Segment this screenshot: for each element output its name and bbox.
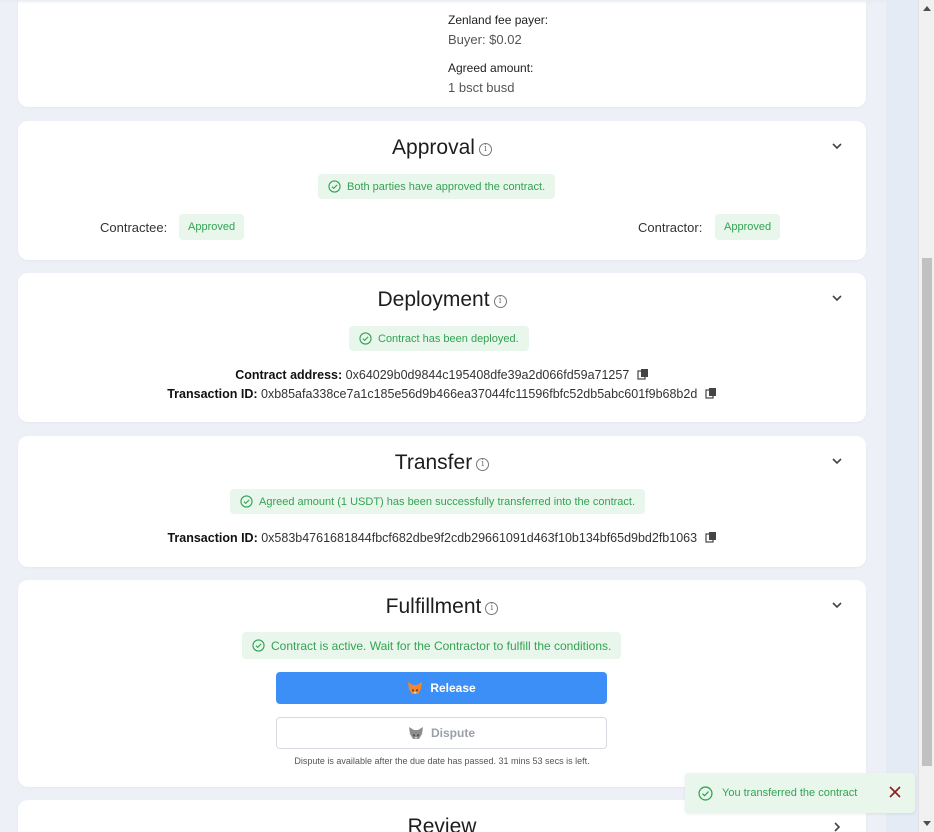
fulfillment-status-banner: Contract is active. Wait for the Contrac… — [242, 632, 622, 659]
deployment-status-text: Contract has been deployed. — [378, 332, 519, 345]
fulfillment-card: Fulfillment i Contract is active. Wait fo… — [18, 580, 866, 787]
check-circle-icon — [252, 639, 265, 652]
deployment-title: Deployment i — [18, 288, 866, 312]
chevron-down-icon[interactable] — [832, 143, 842, 153]
agreed-amount-value: 1 bsct busd — [448, 80, 515, 95]
dispute-label: Dispute — [430, 726, 475, 740]
metamask-fox-icon — [408, 682, 423, 694]
transfer-tx-label: Transaction ID: — [167, 531, 258, 545]
fulfillment-status-text: Contract is active. Wait for the Contrac… — [271, 638, 612, 653]
metamask-fox-icon — [408, 727, 423, 739]
chevron-down-icon[interactable] — [832, 602, 842, 612]
approval-status-banner: Both parties have approved the contract. — [318, 174, 556, 199]
deployment-tx-value: 0xb85afa338ce7a1c185e56d9b466ea37044fc11… — [261, 387, 698, 401]
contract-address-value: 0x64029b0d9844c195408dfe39a2d066fd59a712… — [345, 368, 630, 382]
toast-message: You transferred the contract — [722, 787, 858, 799]
contractor-status-badge: Approved — [715, 214, 781, 240]
info-icon[interactable]: i — [476, 458, 490, 471]
copy-icon[interactable] — [637, 368, 649, 380]
transfer-status-text: Agreed amount (1 USDT) has been successf… — [259, 495, 636, 508]
fee-payer-label: Zenland fee payer: — [448, 13, 549, 27]
contractee-label: Contractee: — [100, 220, 168, 235]
contractor-label: Contractor: — [638, 220, 703, 235]
scroll-down-icon[interactable] — [923, 821, 931, 826]
dispute-button[interactable]: Dispute — [276, 717, 607, 749]
info-icon[interactable]: i — [493, 295, 507, 308]
transfer-title: Transfer i — [18, 451, 866, 475]
approval-title-text: Approval — [392, 136, 475, 159]
transfer-title-text: Transfer — [394, 451, 473, 474]
top-shadow — [0, 0, 886, 4]
deployment-tx-row: Transaction ID: 0xb85afa338ce7a1c185e56d… — [18, 387, 866, 401]
release-label: Release — [430, 681, 476, 695]
chevron-down-icon[interactable] — [832, 458, 842, 468]
transfer-status-banner: Agreed amount (1 USDT) has been successf… — [230, 489, 646, 514]
fulfillment-title: Fulfillment i — [18, 595, 866, 619]
vertical-scrollbar[interactable] — [918, 0, 934, 832]
scrollbar-thumb[interactable] — [922, 258, 932, 766]
check-circle-icon — [698, 785, 713, 801]
copy-icon[interactable] — [704, 531, 717, 543]
approval-status-text: Both parties have approved the contract. — [347, 180, 546, 193]
contract-details-card: Zenland fee payer: Buyer: $0.02 Agreed a… — [18, 0, 866, 107]
scroll-up-icon[interactable] — [923, 6, 931, 11]
review-title: Review — [407, 815, 477, 832]
info-icon[interactable]: i — [478, 143, 492, 156]
chevron-right-icon[interactable] — [832, 822, 842, 832]
contractee-status-badge: Approved — [179, 214, 245, 240]
copy-icon[interactable] — [705, 387, 717, 399]
deployment-tx-label: Transaction ID: — [167, 387, 258, 401]
contract-address-label: Contract address: — [235, 368, 343, 382]
deployment-card: Deployment i Contract has been deployed. … — [18, 273, 866, 422]
toast-notification: You transferred the contract — [685, 773, 915, 813]
chevron-down-icon[interactable] — [832, 295, 842, 305]
release-button[interactable]: Release — [276, 672, 607, 704]
fee-payer-value: Buyer: $0.02 — [448, 32, 522, 47]
info-icon[interactable]: i — [485, 602, 499, 615]
transfer-tx-value: 0x583b4761681844fbcf682dbe9f2cdb29661091… — [261, 531, 698, 545]
approval-title: Approval i — [18, 136, 866, 160]
transfer-tx-row: Transaction ID: 0x583b4761681844fbcf682d… — [18, 531, 866, 545]
fulfillment-title-text: Fulfillment — [385, 595, 482, 618]
check-circle-icon — [240, 495, 253, 508]
page-content: Zenland fee payer: Buyer: $0.02 Agreed a… — [0, 0, 886, 832]
dispute-note: Dispute is available after the due date … — [294, 756, 590, 766]
deployment-status-banner: Contract has been deployed. — [349, 326, 529, 351]
page-right-gutter — [886, 0, 918, 832]
agreed-amount-label: Agreed amount: — [448, 61, 534, 75]
deployment-title-text: Deployment — [377, 288, 490, 311]
transfer-card: Transfer i Agreed amount (1 USDT) has bee… — [18, 436, 866, 567]
check-circle-icon — [328, 180, 341, 193]
close-icon[interactable] — [889, 786, 901, 798]
contract-address-row: Contract address: 0x64029b0d9844c195408d… — [18, 368, 866, 382]
approval-card: Approval i Both parties have approved the… — [18, 121, 866, 260]
check-circle-icon — [359, 332, 372, 345]
